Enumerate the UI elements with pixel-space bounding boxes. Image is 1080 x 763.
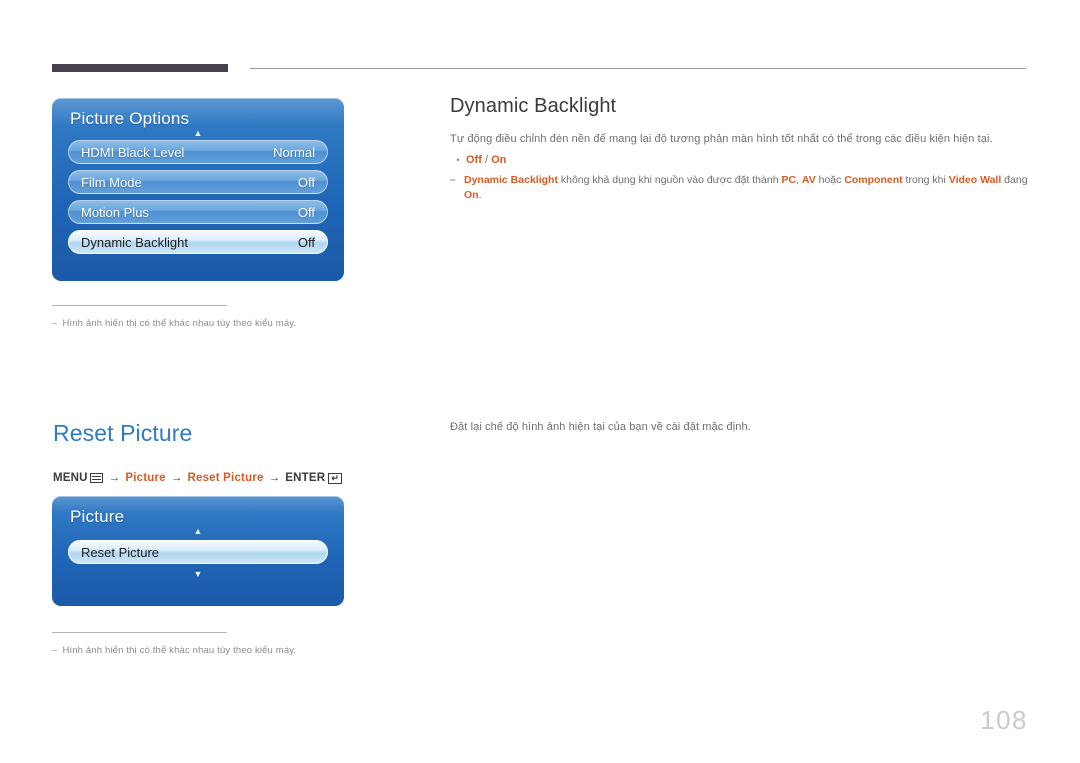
menu-path-step-reset-picture[interactable]: Reset Picture [187,472,263,484]
osd-row-label: Reset Picture [81,544,160,560]
osd-rows-picture-options: HDMI Black Level Normal Film Mode Off Mo… [52,140,344,254]
page-title-dynamic-backlight: Dynamic Backlight [450,95,617,117]
option-separator: / [481,154,492,166]
menu-path-step-picture[interactable]: Picture [125,472,165,484]
menu-path-menu-label: MENU [53,472,88,484]
option-values: Off / On [466,152,506,169]
menu-grid-icon [89,473,103,483]
note-frag-3: hoặc [815,174,845,186]
page-header-rule [52,64,1026,74]
note-term-component: Component [844,174,903,186]
option-row: • Off / On [450,152,506,169]
osd-row-value: Off [297,234,315,250]
enter-return-icon: ↵ [328,472,343,484]
osd-row-label: Film Mode [81,174,142,190]
menu-path-arrow-2: → [170,472,183,484]
osd-row-film-mode[interactable]: Film Mode Off [68,170,328,194]
option-on: On [491,154,507,166]
osd-row-motion-plus[interactable]: Motion Plus Off [68,200,328,224]
osd-row-label: Motion Plus [81,204,149,220]
osd-rows-picture: Reset Picture [52,538,344,564]
menu-path-arrow-1: → [108,472,121,484]
osd-title-picture-options: Picture Options [70,109,190,128]
header-thin-line [250,68,1026,69]
footnote-1: ‒ Hình ảnh hiển thị có thể khác nhau tùy … [52,317,472,330]
osd-panel-picture[interactable]: Picture ▲ Reset Picture ▼ [52,496,344,606]
osd-row-hdmi-black-level[interactable]: HDMI Black Level Normal [68,140,328,164]
footnote-block-2: ‒ Hình ảnh hiển thị có thể khác nhau tùy … [52,632,472,657]
osd-panel-picture-options[interactable]: Picture Options ▲ HDMI Black Level Norma… [52,98,344,281]
dynamic-backlight-description: Tự động điều chỉnh đèn nền để mang lại đ… [450,133,993,145]
note-term-av: AV [801,174,816,186]
bullet-dot-icon: • [456,155,460,165]
footnote-divider [52,632,227,633]
dynamic-backlight-options: • Off / On [450,152,506,169]
note-term-video-wall: Video Wall [948,174,1002,186]
footnote-divider [52,305,227,306]
page-title-reset-picture: Reset Picture [53,420,193,446]
footnote-dash-icon: ‒ [52,318,58,329]
osd-row-label: Dynamic Backlight [81,234,188,250]
footnote-text-1: Hình ảnh hiển thị có thể khác nhau tùy t… [62,318,297,329]
note-text: Dynamic Backlight không khả dụng khi ngu… [464,173,1036,203]
footnote-block-1: ‒ Hình ảnh hiển thị có thể khác nhau tùy … [52,305,472,330]
osd-title-picture: Picture [70,507,125,526]
osd-row-dynamic-backlight[interactable]: Dynamic Backlight Off [68,230,328,254]
header-accent-bar [52,64,228,72]
osd-row-value: Off [297,174,315,190]
footnote-2: ‒ Hình ảnh hiển thị có thể khác nhau tùy … [52,644,472,657]
note-term-on: On [464,189,479,201]
osd-scroll-down-arrow-icon[interactable]: ▼ [52,570,344,581]
menu-path-arrow-3: → [268,472,281,484]
page-number: 108 [980,705,1028,735]
reset-picture-description: Đặt lại chế độ hình ảnh hiện tại của bạn… [450,421,751,433]
footnote-text-2: Hình ảnh hiển thị có thể khác nhau tùy t… [62,645,297,656]
osd-row-reset-picture[interactable]: Reset Picture [68,540,328,564]
note-frag-5: đang [1001,174,1028,186]
note-term-dynamic-backlight: Dynamic Backlight [464,174,558,186]
osd-scroll-up-arrow-icon[interactable]: ▲ [52,527,344,538]
menu-path-enter-label: ENTER [285,472,326,484]
option-off: Off [466,154,482,166]
note-frag-1: không khả dụng khi nguồn vào được đặt th… [557,174,782,186]
note-dash-icon: ⎯ [450,174,456,186]
footnote-dash-icon: ‒ [52,645,58,656]
note-frag-6: . [478,189,482,201]
osd-row-value: Off [297,204,315,220]
note-term-pc: PC [781,174,797,186]
note-frag-4: trong khi [902,174,949,186]
menu-path-reset-picture: MENU → Picture → Reset Picture → ENTER ↵ [53,472,343,484]
osd-scroll-up-arrow-icon[interactable]: ▲ [52,129,344,140]
dynamic-backlight-note: ⎯ Dynamic Backlight không khả dụng khi n… [450,173,1036,203]
osd-row-label: HDMI Black Level [81,144,185,160]
osd-row-value: Normal [273,144,315,160]
